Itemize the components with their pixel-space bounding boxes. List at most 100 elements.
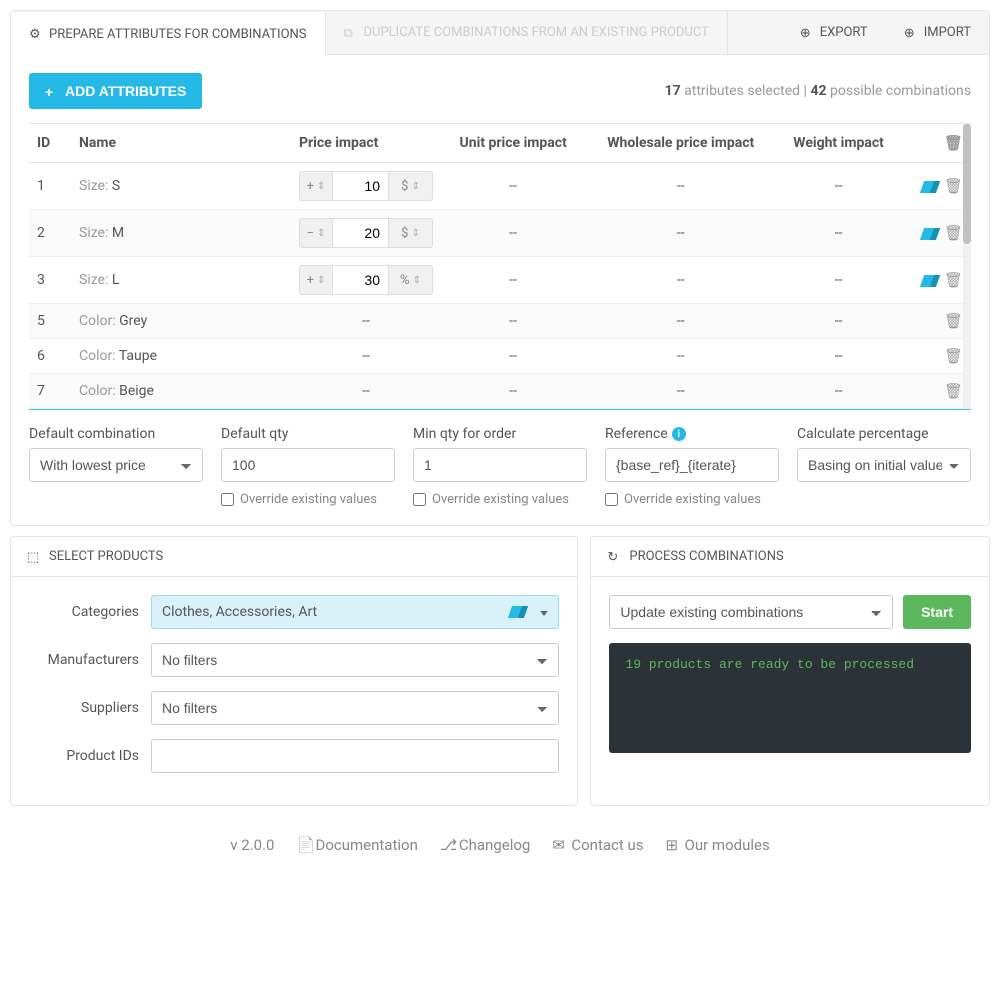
table-row: 2 Size: M −$ -- -- -- 🗑 xyxy=(29,210,971,257)
row-weight: -- xyxy=(776,374,901,409)
trash-icon[interactable]: 🗑 xyxy=(944,382,963,400)
table-row: 1 Size: S +$ -- -- -- 🗑 xyxy=(29,163,971,210)
sign-stepper[interactable]: + xyxy=(299,265,333,295)
unit-stepper[interactable]: % xyxy=(389,265,433,295)
modules-link[interactable]: Our modules xyxy=(666,836,770,854)
price-value-input[interactable] xyxy=(333,218,389,248)
tab-export[interactable]: Export xyxy=(782,11,886,54)
override-ref[interactable]: Override existing values xyxy=(605,492,779,507)
unit-stepper[interactable]: $ xyxy=(389,218,433,248)
documentation-link[interactable]: Documentation xyxy=(296,836,417,854)
combos-count: 42 xyxy=(810,83,826,99)
override-min-checkbox[interactable] xyxy=(413,493,426,506)
trash-icon[interactable]: 🗑 xyxy=(944,177,963,195)
row-id: 6 xyxy=(29,339,71,374)
row-unit: -- xyxy=(441,210,585,257)
document-icon xyxy=(296,838,310,852)
categories-label: Categories xyxy=(29,604,139,620)
eraser-icon[interactable] xyxy=(920,181,940,193)
trash-icon[interactable]: 🗑 xyxy=(944,224,963,242)
row-unit: -- xyxy=(441,163,585,210)
row-unit: -- xyxy=(441,374,585,409)
row-actions: 🗑 xyxy=(901,339,971,374)
copy-icon xyxy=(344,26,358,40)
row-name: Color: Beige xyxy=(71,374,291,409)
sign-stepper[interactable]: − xyxy=(299,218,333,248)
price-value-input[interactable] xyxy=(333,265,389,295)
tab-duplicate[interactable]: Duplicate combinations from an existing … xyxy=(326,11,728,54)
manufacturers-select[interactable]: No filters xyxy=(151,643,559,677)
row-actions: 🗑 xyxy=(901,163,971,210)
contact-link[interactable]: Contact us xyxy=(552,836,643,854)
suppliers-select[interactable]: No filters xyxy=(151,691,559,725)
row-id: 1 xyxy=(29,163,71,210)
combos-label: possible combinations xyxy=(830,83,971,99)
reference-label: Referencei xyxy=(605,426,779,442)
col-wholesale: Wholesale price impact xyxy=(585,124,776,163)
scrollbar-thumb[interactable] xyxy=(963,124,971,244)
row-wholesale: -- xyxy=(585,210,776,257)
manufacturers-label: Manufacturers xyxy=(29,652,139,668)
row-actions: 🗑 xyxy=(901,210,971,257)
scrollbar-track[interactable] xyxy=(963,124,971,409)
trash-icon[interactable]: 🗑 xyxy=(944,347,963,365)
price-value-input[interactable] xyxy=(333,171,389,201)
tab-prepare[interactable]: Prepare attributes for combinations xyxy=(11,12,326,56)
row-name: Color: Grey xyxy=(71,304,291,339)
row-wholesale: -- xyxy=(585,304,776,339)
col-price: Price impact xyxy=(291,124,441,163)
row-wholesale: -- xyxy=(585,163,776,210)
percentage-label: Calculate percentage xyxy=(797,426,971,442)
override-ref-checkbox[interactable] xyxy=(605,493,618,506)
import-icon xyxy=(904,26,918,40)
process-mode-select[interactable]: Update existing combinations xyxy=(609,595,893,629)
panel-title: Select products xyxy=(49,549,163,564)
eraser-icon[interactable] xyxy=(920,275,940,287)
start-button[interactable]: Start xyxy=(903,595,971,629)
info-icon[interactable]: i xyxy=(672,427,686,441)
row-id: 2 xyxy=(29,210,71,257)
default-qty-input[interactable] xyxy=(221,448,395,482)
col-weight: Weight impact xyxy=(776,124,901,163)
trash-all-icon[interactable]: 🗑 xyxy=(944,134,963,152)
row-price: -- xyxy=(291,339,441,374)
attributes-table: ID Name Price impact Unit price impact W… xyxy=(29,123,971,410)
trash-icon[interactable]: 🗑 xyxy=(944,312,963,330)
reference-input[interactable] xyxy=(605,448,779,482)
eraser-icon[interactable] xyxy=(920,228,940,240)
unit-stepper[interactable]: $ xyxy=(389,171,433,201)
min-qty-input[interactable] xyxy=(413,448,587,482)
row-weight: -- xyxy=(776,257,901,304)
eraser-icon[interactable] xyxy=(508,606,528,618)
row-weight: -- xyxy=(776,339,901,374)
row-id: 3 xyxy=(29,257,71,304)
col-id: ID xyxy=(29,124,71,163)
row-unit: -- xyxy=(441,304,585,339)
override-qty-checkbox[interactable] xyxy=(221,493,234,506)
changelog-link[interactable]: Changelog xyxy=(440,836,530,854)
add-attributes-button[interactable]: Add attributes xyxy=(29,73,202,109)
override-qty[interactable]: Override existing values xyxy=(221,492,395,507)
product-ids-input[interactable] xyxy=(151,739,559,773)
row-price: -- xyxy=(291,374,441,409)
trash-icon[interactable]: 🗑 xyxy=(944,271,963,289)
row-actions: 🗑 xyxy=(901,374,971,409)
tab-import[interactable]: Import xyxy=(886,11,989,54)
attr-stats: 17 attributes selected | 42 possible com… xyxy=(665,83,971,99)
categories-value: Clothes, Accessories, Art xyxy=(162,604,317,620)
categories-select[interactable]: Clothes, Accessories, Art xyxy=(151,595,559,629)
row-price: -- xyxy=(291,304,441,339)
table-row: 6 Color: Taupe -- -- -- -- 🗑 xyxy=(29,339,971,374)
main-panel: Prepare attributes for combinations Dupl… xyxy=(10,10,990,526)
tab-label: Duplicate combinations from an existing … xyxy=(364,25,709,40)
row-weight: -- xyxy=(776,304,901,339)
panel-title: Process combinations xyxy=(629,549,783,564)
sign-stepper[interactable]: + xyxy=(299,171,333,201)
percentage-select[interactable]: Basing on initial value xyxy=(797,448,971,482)
row-name: Size: M xyxy=(71,210,291,257)
override-min[interactable]: Override existing values xyxy=(413,492,587,507)
plus-icon xyxy=(45,84,59,98)
default-combination-select[interactable]: With lowest price xyxy=(29,448,203,482)
row-actions: 🗑 xyxy=(901,304,971,339)
button-label: Add attributes xyxy=(65,83,186,99)
